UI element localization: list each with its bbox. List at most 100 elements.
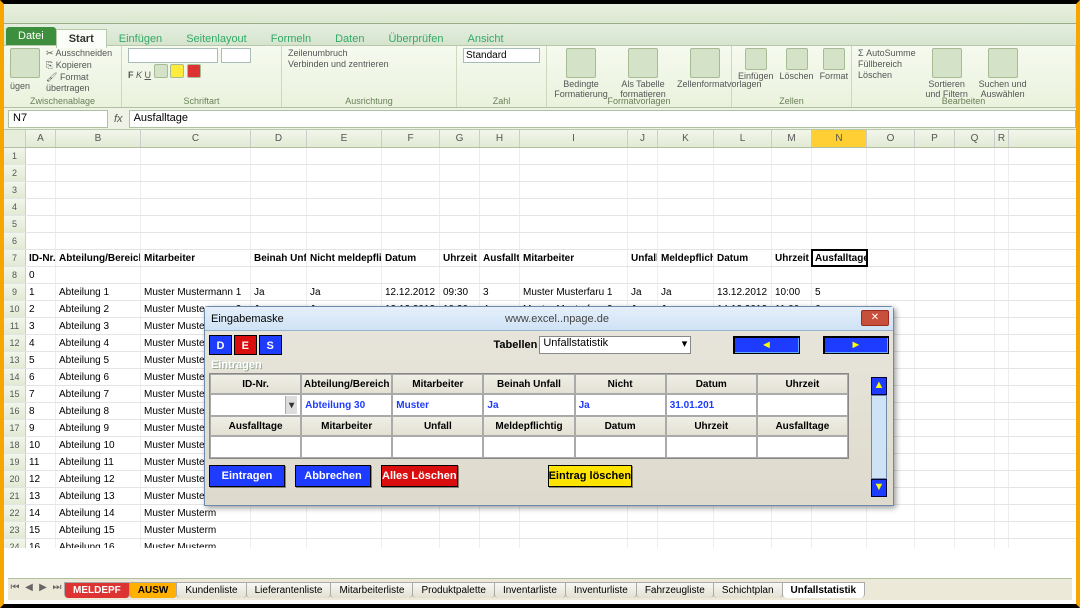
cell[interactable] (995, 352, 1009, 368)
cell[interactable] (251, 505, 307, 521)
cell[interactable] (56, 267, 141, 283)
cell[interactable] (714, 522, 772, 538)
cell[interactable] (772, 267, 812, 283)
row-header[interactable]: 11 (4, 318, 26, 334)
cell[interactable]: 14 (26, 505, 56, 521)
row-header[interactable]: 17 (4, 420, 26, 436)
cell[interactable] (772, 233, 812, 249)
row-header[interactable]: 10 (4, 301, 26, 317)
cell[interactable] (772, 539, 812, 548)
cell[interactable] (915, 471, 955, 487)
cell[interactable]: Ja (251, 284, 307, 300)
cell[interactable]: Ja (628, 284, 658, 300)
cell[interactable] (915, 182, 955, 198)
cell[interactable]: Abteilung 16 (56, 539, 141, 548)
cell[interactable]: Beinah Unfall (251, 250, 307, 266)
cell[interactable] (141, 182, 251, 198)
scroll-up-button[interactable]: ▲ (871, 377, 887, 395)
cell[interactable] (141, 233, 251, 249)
cell[interactable] (955, 420, 995, 436)
cell[interactable] (520, 539, 628, 548)
cell[interactable] (440, 267, 480, 283)
cell[interactable] (915, 250, 955, 266)
delete-cell-button[interactable] (786, 48, 808, 70)
form-input[interactable]: Ja (483, 394, 574, 416)
cell[interactable] (480, 216, 520, 232)
font-size-select[interactable] (221, 48, 251, 63)
cell[interactable]: Ausfalltage (812, 250, 867, 266)
cell[interactable] (915, 505, 955, 521)
row-header[interactable]: 15 (4, 386, 26, 402)
cell[interactable]: 12.12.2012 (382, 284, 440, 300)
cell[interactable] (995, 471, 1009, 487)
cell[interactable] (867, 505, 915, 521)
col-header-B[interactable]: B (56, 130, 141, 147)
cell[interactable]: 12 (26, 471, 56, 487)
cell[interactable]: 10 (26, 437, 56, 453)
cell[interactable] (480, 165, 520, 181)
cond-format-button[interactable] (566, 48, 596, 78)
cell[interactable] (955, 386, 995, 402)
cell[interactable] (772, 522, 812, 538)
cell[interactable] (251, 539, 307, 548)
form-input[interactable]: ▾ (210, 394, 301, 416)
cell[interactable] (915, 165, 955, 181)
cell[interactable] (955, 369, 995, 385)
cell[interactable]: 5 (812, 284, 867, 300)
sheet-tab-lieferantenliste[interactable]: Lieferantenliste (246, 582, 332, 598)
table-row[interactable]: 91Abteilung 1Muster Mustermann 1JaJa12.1… (4, 284, 1076, 301)
sheet-tab-produktpalette[interactable]: Produktpalette (412, 582, 495, 598)
row-header[interactable]: 4 (4, 199, 26, 215)
wrap-text-button[interactable]: Zeilenumbruch (288, 48, 389, 58)
cell[interactable]: Mitarbeiter (520, 250, 628, 266)
cell[interactable]: 8 (26, 403, 56, 419)
cell[interactable]: 1 (26, 284, 56, 300)
sheet-tab-inventarliste[interactable]: Inventarliste (494, 582, 566, 598)
sheet-tab-mitarbeiterliste[interactable]: Mitarbeiterliste (330, 582, 413, 598)
cell[interactable] (307, 182, 382, 198)
cell[interactable] (440, 539, 480, 548)
col-header-N[interactable]: N (812, 130, 867, 147)
cell[interactable] (867, 233, 915, 249)
cell[interactable] (915, 522, 955, 538)
col-header-O[interactable]: O (867, 130, 915, 147)
cell[interactable] (658, 148, 714, 164)
cell[interactable] (658, 182, 714, 198)
cell[interactable]: Ausfalltage (480, 250, 520, 266)
formula-input[interactable]: Ausfalltage (129, 110, 1076, 128)
cell[interactable] (56, 233, 141, 249)
cell[interactable] (56, 182, 141, 198)
cell[interactable]: 3 (26, 318, 56, 334)
sheet-tab-schichtplan[interactable]: Schichtplan (713, 582, 783, 598)
table-row[interactable]: 7ID-Nr.Abteilung/BereichMitarbeiterBeina… (4, 250, 1076, 267)
cell[interactable]: Datum (382, 250, 440, 266)
sheet-tab-inventurliste[interactable]: Inventurliste (565, 582, 637, 598)
format-painter-button[interactable]: 🖌 Format übertragen (46, 72, 115, 93)
fill-color-button[interactable] (170, 64, 184, 78)
bold-button[interactable]: F (128, 70, 134, 80)
cell[interactable] (955, 148, 995, 164)
cell[interactable]: 6 (26, 369, 56, 385)
underline-button[interactable]: U (145, 70, 152, 80)
cell[interactable] (955, 233, 995, 249)
cell[interactable] (658, 233, 714, 249)
cell[interactable] (382, 233, 440, 249)
cell[interactable]: 13.12.2012 (714, 284, 772, 300)
cell[interactable] (307, 233, 382, 249)
cell[interactable] (658, 267, 714, 283)
cell[interactable] (440, 233, 480, 249)
enter-button[interactable]: Eintragen (209, 465, 285, 487)
row-header[interactable]: 22 (4, 505, 26, 521)
cell[interactable] (995, 403, 1009, 419)
cell[interactable] (867, 250, 915, 266)
cell[interactable] (628, 199, 658, 215)
cell[interactable] (714, 199, 772, 215)
cell[interactable] (382, 165, 440, 181)
table-row[interactable]: 3 (4, 182, 1076, 199)
cell[interactable] (382, 216, 440, 232)
cell[interactable] (382, 148, 440, 164)
cell[interactable] (141, 216, 251, 232)
cell[interactable]: Mitarbeiter (141, 250, 251, 266)
cell[interactable] (995, 386, 1009, 402)
cell[interactable] (251, 522, 307, 538)
